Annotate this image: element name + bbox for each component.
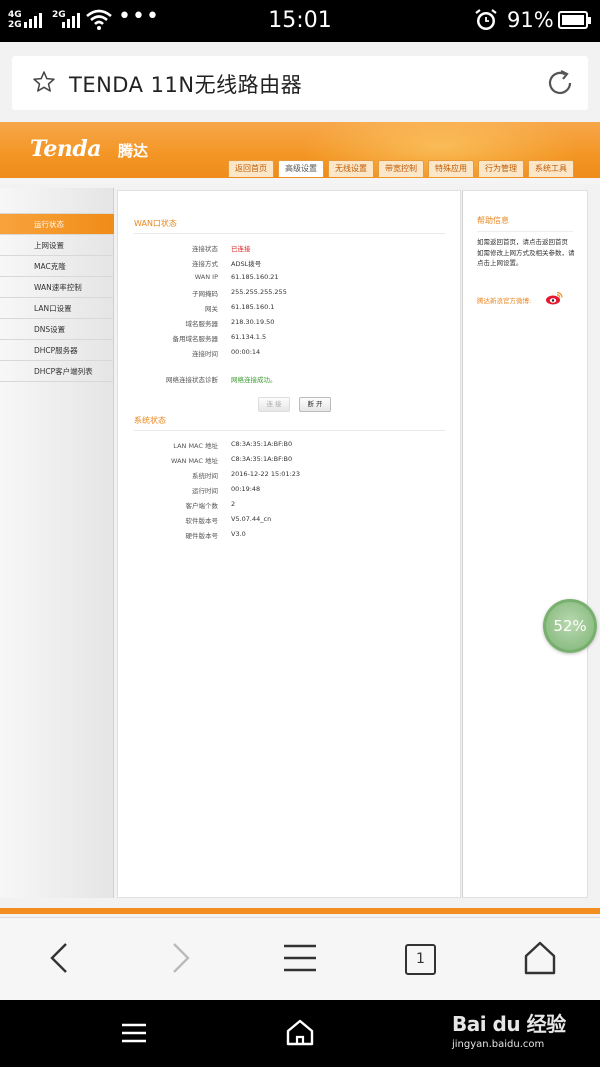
sidebar-item-mac-clone[interactable]: MAC克隆: [0, 256, 114, 277]
browser-toolbar: 1: [0, 917, 600, 1000]
nav-tab-behavior[interactable]: 行为管理: [478, 160, 524, 177]
sidebar-item-status[interactable]: 运行状态: [0, 214, 114, 235]
sidebar-item-internet[interactable]: 上网设置: [0, 235, 114, 256]
battery-icon: [558, 11, 591, 29]
system-row: 客户端个数 2: [185, 500, 236, 510]
system-nav-bar: Bai du 经验 jingyan.baidu.com: [0, 1000, 600, 1067]
system-home-icon[interactable]: [285, 1018, 315, 1046]
nav-tab-wireless[interactable]: 无线设置: [328, 160, 374, 177]
wan-row: 网关 61.185.160.1: [205, 303, 275, 313]
disconnect-button[interactable]: 断 开: [299, 397, 331, 412]
forward-icon[interactable]: [160, 938, 200, 978]
nav-tab-advanced[interactable]: 高级设置: [278, 160, 324, 177]
home-icon[interactable]: [520, 938, 560, 978]
status-bar: 4G 2G 2G ••• 15:01 91%: [0, 0, 600, 42]
weibo-link[interactable]: 腾达新浪官方微博:: [477, 295, 531, 305]
router-admin-page: Tenda 腾达 返回首页 高级设置 无线设置 带宽控制 特殊应用 行为管理 系…: [0, 122, 600, 917]
router-sidebar: 运行状态 上网设置 MAC克隆 WAN速率控制 LAN口设置 DNS设置 DHC…: [0, 188, 114, 898]
bookmark-star-icon[interactable]: [32, 70, 56, 94]
battery-percent: 91%: [507, 8, 554, 32]
sidebar-item-lan[interactable]: LAN口设置: [0, 298, 114, 319]
nav-tab-special[interactable]: 特殊应用: [428, 160, 474, 177]
diagnosis-row: 网络连接状态诊断 网络连接成功。: [166, 376, 277, 384]
nav-tab-bandwidth[interactable]: 带宽控制: [378, 160, 424, 177]
router-header: Tenda 腾达 返回首页 高级设置 无线设置 带宽控制 特殊应用 行为管理 系…: [0, 122, 600, 178]
back-icon[interactable]: [40, 938, 80, 978]
system-row: 系统时间 2016-12-22 15:01:23: [192, 470, 301, 480]
tenda-logo-cn: 腾达: [118, 142, 149, 160]
help-title: 帮助信息: [477, 216, 509, 225]
reload-icon[interactable]: [544, 68, 576, 98]
connect-button[interactable]: 连 接: [258, 397, 290, 412]
system-status-title: 系统状态: [134, 416, 166, 425]
baidu-jingyan-watermark: Bai du 经验 jingyan.baidu.com: [452, 1008, 566, 1050]
nav-tab-tools[interactable]: 系统工具: [528, 160, 574, 177]
help-panel: 帮助信息 如需返回首页，请点击返回首页 如需修改上网方式及相关参数，请点击上网设…: [462, 190, 588, 898]
sidebar-item-wan-speed[interactable]: WAN速率控制: [0, 277, 114, 298]
status-content: WAN口状态 连接状态 已连接 连接方式 ADSL拨号 WAN IP 61.185.1…: [117, 190, 461, 898]
sidebar-item-dhcp-clients[interactable]: DHCP客户端列表: [0, 361, 114, 382]
baidu-logo: Bai du 经验: [452, 1012, 566, 1036]
wan-row: 子网掩码 255.255.255.255: [192, 288, 287, 298]
sidebar-item-dns[interactable]: DNS设置: [0, 319, 114, 340]
wan-row: WAN IP 61.185.160.21: [194, 273, 279, 281]
sidebar-item-dhcp-server[interactable]: DHCP服务器: [0, 340, 114, 361]
help-text: 如需返回首页，请点击返回首页 如需修改上网方式及相关参数，请点击上网设置。: [477, 238, 575, 267]
system-row: 硬件版本号 V3.0: [185, 530, 246, 540]
speed-boost-bubble[interactable]: 52%: [543, 599, 597, 653]
menu-icon[interactable]: [280, 938, 320, 978]
wan-row: 连接状态 已连接: [192, 245, 251, 253]
nav-tab-home[interactable]: 返回首页: [228, 160, 274, 177]
recent-apps-icon[interactable]: [120, 1022, 148, 1044]
system-row: LAN MAC 地址 C8:3A:35:1A:BF:B0: [173, 440, 293, 450]
wan-row: 连接时间 00:00:14: [192, 348, 261, 358]
browser-address-bar: TENDA 11N无线路由器: [0, 42, 600, 122]
router-nav-tabs: 返回首页 高级设置 无线设置 带宽控制 特殊应用 行为管理 系统工具: [228, 160, 574, 177]
wan-row: 连接方式 ADSL拨号: [192, 260, 262, 268]
page-title[interactable]: TENDA 11N无线路由器: [69, 69, 302, 99]
system-row: WAN MAC 地址 C8:3A:35:1A:BF:B0: [171, 455, 293, 465]
address-box[interactable]: TENDA 11N无线路由器: [12, 56, 588, 110]
system-row: 软件版本号 V5.07.44_cn: [185, 515, 272, 525]
router-footer-bar: [0, 908, 600, 914]
tab-count-button[interactable]: 1: [405, 944, 436, 975]
watermark-url: jingyan.baidu.com: [452, 1039, 545, 1050]
system-row: 运行时间 00:19:48: [192, 485, 261, 495]
tenda-logo: Tenda: [30, 136, 101, 162]
alarm-icon: [475, 9, 497, 30]
wan-row: 备用域名服务器 61.134.1.5: [172, 333, 267, 343]
wan-status-title: WAN口状态: [134, 219, 177, 228]
wan-row: 域名服务器 218.30.19.50: [185, 318, 275, 328]
weibo-icon[interactable]: [545, 291, 563, 305]
